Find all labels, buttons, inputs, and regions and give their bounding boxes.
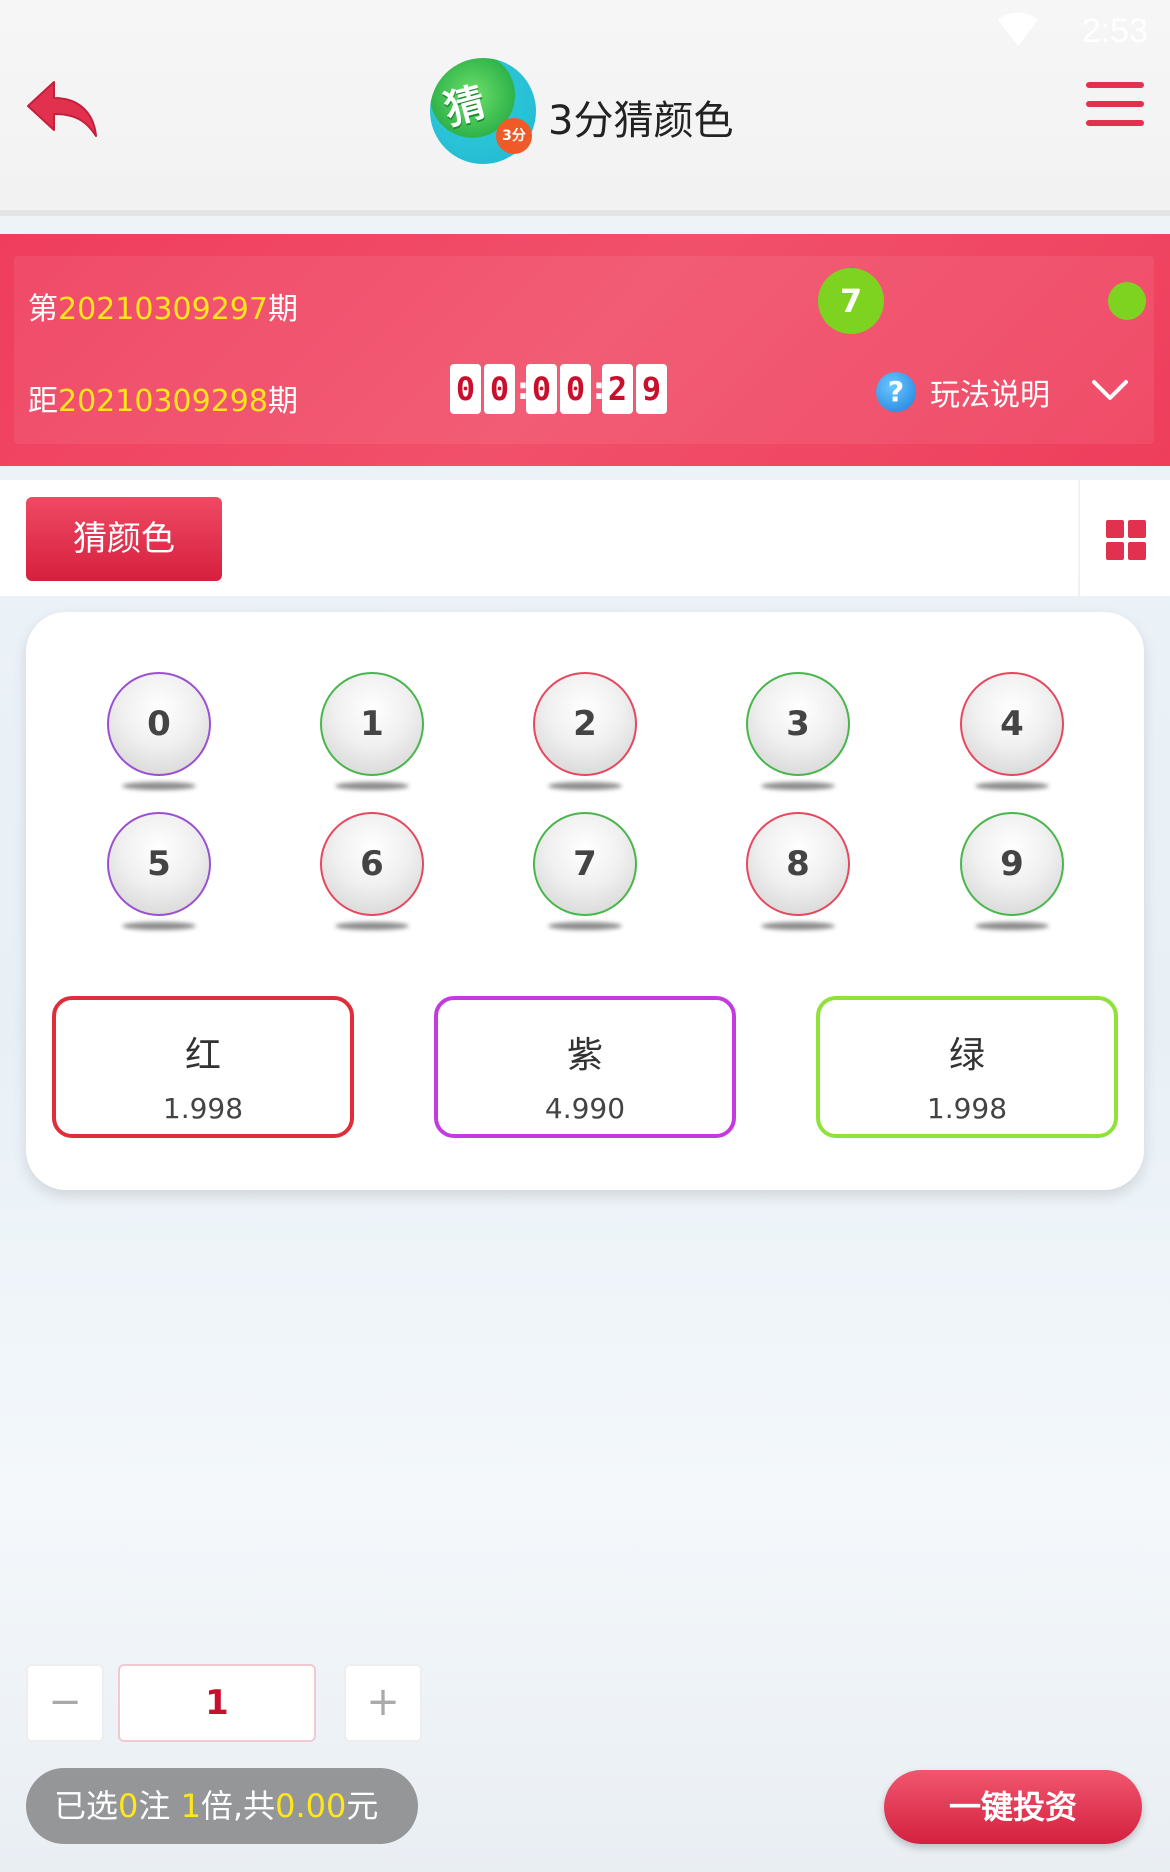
summary-suffix: 元: [346, 1787, 379, 1825]
next-period-number: 20210309298: [58, 384, 268, 419]
color-option-odds: 4.990: [544, 1092, 626, 1125]
draw-info-panel: 第20210309297期 7 距20210309298期 0 0 : 0 0 …: [0, 234, 1170, 466]
status-indicator-dot: [1108, 282, 1146, 320]
number-ball-label: 7: [533, 812, 637, 916]
chevron-down-icon[interactable]: [1090, 374, 1130, 404]
rules-help-label: 玩法说明: [930, 378, 1050, 413]
number-ball-label: 3: [746, 672, 850, 776]
number-ball-label: 8: [746, 812, 850, 916]
multiplier-decrement-button[interactable]: −: [26, 1664, 104, 1742]
summary-prefix: 已选: [54, 1787, 119, 1825]
status-time: 2:53: [1081, 12, 1148, 50]
ball-shadow: [548, 922, 622, 930]
question-icon: ?: [876, 372, 916, 412]
logo-badge: 3分: [496, 118, 532, 154]
countdown-digit: 0: [560, 364, 591, 414]
number-ball-5[interactable]: 5: [107, 812, 211, 936]
color-option-red[interactable]: 红 1.998: [52, 996, 354, 1138]
ball-shadow: [975, 782, 1049, 790]
hamburger-menu-icon[interactable]: [1086, 82, 1144, 132]
next-period: 距20210309298期: [28, 376, 298, 420]
bet-summary: 已选0注 1倍,共0.00元: [26, 1768, 418, 1844]
number-ball-label: 4: [960, 672, 1064, 776]
number-ball-1[interactable]: 1: [320, 672, 424, 796]
multiplier-increment-button[interactable]: +: [344, 1664, 422, 1742]
countdown-digit: 0: [450, 364, 481, 414]
number-ball-3[interactable]: 3: [746, 672, 850, 796]
color-option-odds: 1.998: [162, 1092, 244, 1125]
color-option-name: 红: [184, 1035, 221, 1076]
number-ball-label: 0: [107, 672, 211, 776]
countdown-digit: 0: [484, 364, 515, 414]
number-ball-2[interactable]: 2: [533, 672, 637, 796]
number-ball-7[interactable]: 7: [533, 812, 637, 936]
result-ball: 7: [818, 268, 884, 334]
countdown-digit: 9: [636, 364, 667, 414]
ball-shadow: [548, 782, 622, 790]
number-ball-label: 5: [107, 812, 211, 916]
quick-invest-button[interactable]: 一键投资: [884, 1770, 1142, 1844]
ball-shadow: [335, 922, 409, 930]
grid-menu-icon[interactable]: [1080, 480, 1170, 596]
bet-selection-card: 0 1 2 3 4 5 6 7 8 9 红 1.998 紫 4.990 绿 1.998: [26, 612, 1144, 1190]
number-ball-4[interactable]: 4: [960, 672, 1064, 796]
color-option-name: 绿: [948, 1035, 985, 1076]
page-title: 3分猜颜色: [548, 98, 734, 144]
countdown-digit: 0: [526, 364, 557, 414]
current-period-prefix: 第: [28, 292, 58, 327]
ball-shadow: [122, 782, 196, 790]
multiplier-input[interactable]: 1: [118, 1664, 316, 1742]
summary-mid2: 倍,共: [200, 1787, 276, 1825]
total-amount: 0.00: [275, 1787, 347, 1825]
countdown-timer: 0 0 : 0 0 : 2 9: [450, 364, 670, 414]
countdown-colon: :: [593, 371, 605, 407]
status-bar: 2:53: [0, 0, 1170, 60]
ball-shadow: [761, 782, 835, 790]
current-period-number: 20210309297: [58, 292, 268, 327]
number-ball-0[interactable]: 0: [107, 672, 211, 796]
back-arrow-icon[interactable]: [24, 74, 104, 144]
ball-shadow: [335, 782, 409, 790]
ball-shadow: [761, 922, 835, 930]
multiple-count: 1: [180, 1787, 201, 1825]
number-ball-8[interactable]: 8: [746, 812, 850, 936]
number-ball-label: 1: [320, 672, 424, 776]
countdown-colon: :: [517, 371, 529, 407]
next-period-suffix: 期: [267, 384, 298, 419]
logo-char: 猜: [439, 79, 491, 135]
summary-mid1: 注: [138, 1787, 181, 1825]
play-type-tabs: 猜颜色: [0, 480, 1078, 596]
number-ball-label: 2: [533, 672, 637, 776]
current-period-suffix: 期: [267, 292, 298, 327]
wifi-icon: [998, 12, 1038, 46]
current-period: 第20210309297期: [28, 284, 298, 328]
selected-count: 0: [118, 1787, 139, 1825]
game-logo: 猜 3分: [430, 58, 536, 164]
ball-shadow: [975, 922, 1049, 930]
number-ball-label: 9: [960, 812, 1064, 916]
number-ball-label: 6: [320, 812, 424, 916]
number-ball-6[interactable]: 6: [320, 812, 424, 936]
color-option-odds: 1.998: [926, 1092, 1008, 1125]
next-period-prefix: 距: [28, 384, 58, 419]
rules-help-link[interactable]: ? 玩法说明: [876, 370, 1050, 414]
color-option-green[interactable]: 绿 1.998: [816, 996, 1118, 1138]
color-option-purple[interactable]: 紫 4.990: [434, 996, 736, 1138]
color-option-name: 紫: [566, 1035, 603, 1076]
number-ball-9[interactable]: 9: [960, 812, 1064, 936]
ball-shadow: [122, 922, 196, 930]
countdown-digit: 2: [602, 364, 633, 414]
tab-guess-color[interactable]: 猜颜色: [26, 497, 222, 581]
